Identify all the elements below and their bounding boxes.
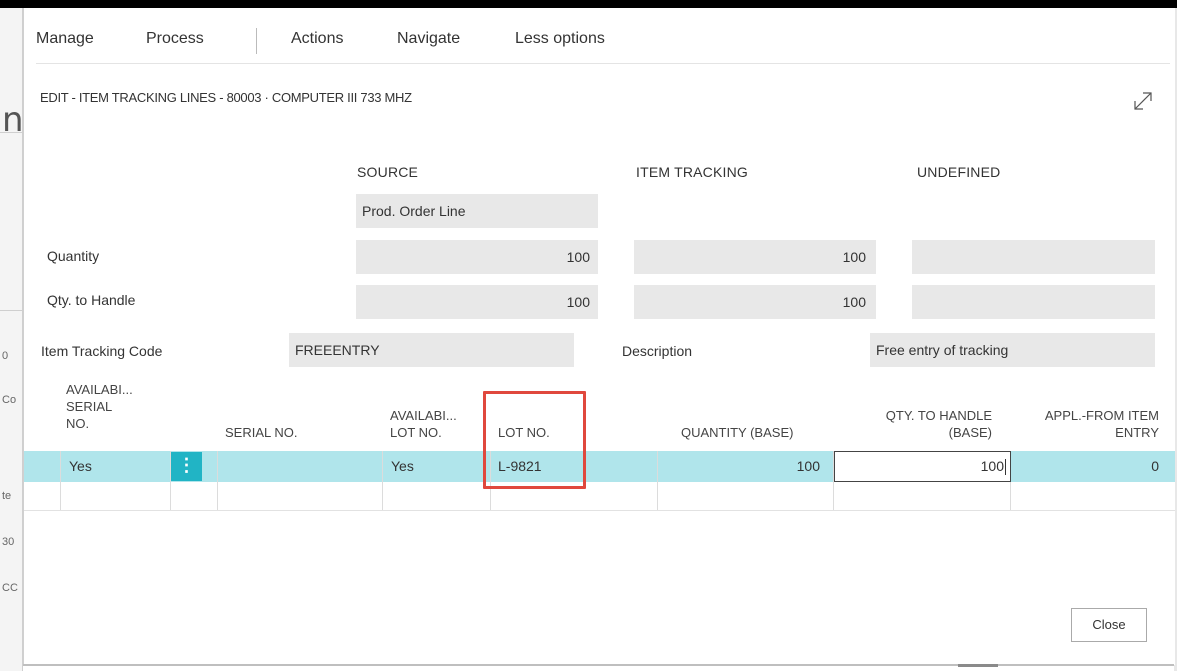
- row-actions-button[interactable]: ⋮: [171, 452, 202, 481]
- menu-navigate[interactable]: Navigate: [397, 30, 460, 48]
- dialog-bottom-scroll-thumb: [958, 664, 998, 667]
- expand-icon[interactable]: [1130, 88, 1156, 114]
- column-header-quantity-base[interactable]: QUANTITY (BASE): [681, 424, 793, 441]
- column-header-line: LOT NO.: [390, 425, 442, 440]
- qty-to-handle-base-value: 100: [980, 458, 1004, 474]
- cell-available-serial[interactable]: Yes: [69, 451, 92, 482]
- description-label: Description: [622, 343, 693, 359]
- background-text-fragment: te: [2, 490, 12, 502]
- background-title-fragment: n: [2, 100, 23, 140]
- column-header-line: APPL.-FROM ITEM: [1044, 408, 1159, 423]
- cell-appl-from-item-entry[interactable]: 0: [1019, 451, 1159, 482]
- item-tracking-header: ITEM TRACKING: [636, 164, 749, 180]
- quantity-item-tracking-value: 100: [842, 249, 866, 265]
- grid-column-divider: [60, 451, 61, 510]
- qty-to-handle-source-field: 100: [356, 285, 598, 319]
- dialog-title: EDIT - ITEM TRACKING LINES - 80003 · COM…: [40, 90, 412, 105]
- column-header-line: AVAILABI...: [390, 408, 457, 423]
- column-header-line: NO.: [66, 416, 90, 431]
- menu-process[interactable]: Process: [146, 30, 204, 48]
- quantity-source-field: 100: [356, 240, 598, 274]
- item-tracking-lines-dialog: Manage Process Actions Navigate Less opt…: [23, 8, 1175, 665]
- column-header-line: AVAILABI...: [66, 382, 133, 397]
- item-tracking-code-label: Item Tracking Code: [41, 343, 163, 359]
- grid-column-divider: [382, 451, 383, 510]
- background-text-fragment: Co: [2, 394, 17, 406]
- undefined-header: UNDEFINED: [917, 164, 1001, 180]
- cell-quantity-base[interactable]: 100: [664, 451, 820, 482]
- background-page-strip: n 0 Co te 30 CC: [0, 8, 23, 671]
- menu-separator: [256, 28, 257, 54]
- window-top-bar: [0, 0, 1177, 8]
- description-field: Free entry of tracking: [870, 333, 1155, 367]
- source-header: SOURCE: [357, 164, 419, 180]
- source-type-field: Prod. Order Line: [356, 194, 598, 228]
- quantity-label: Quantity: [47, 248, 100, 264]
- table-row-empty[interactable]: [24, 482, 1175, 511]
- column-header-available-serial[interactable]: AVAILABI... SERIAL NO.: [66, 381, 133, 432]
- background-divider: [0, 132, 22, 133]
- lot-no-highlight-box: [483, 391, 586, 489]
- text-caret: [1005, 459, 1006, 476]
- qty-to-handle-base-input[interactable]: 100: [834, 451, 1011, 482]
- column-header-appl-from-item-entry[interactable]: APPL.-FROM ITEM ENTRY: [1019, 407, 1159, 441]
- qty-to-handle-item-tracking-value: 100: [842, 294, 866, 310]
- quantity-undefined-field: [912, 240, 1155, 274]
- column-header-line: (BASE): [948, 425, 992, 440]
- column-header-line: ENTRY: [1115, 425, 1159, 440]
- column-header-available-lot[interactable]: AVAILABI... LOT NO.: [390, 407, 457, 441]
- item-tracking-code-field: FREEENTRY: [289, 333, 574, 367]
- menu-divider: [36, 63, 1170, 64]
- qty-to-handle-label: Qty. to Handle: [47, 292, 136, 308]
- menu-actions[interactable]: Actions: [291, 30, 343, 48]
- close-button[interactable]: Close: [1071, 608, 1147, 642]
- background-text-fragment: CC: [2, 582, 18, 594]
- grid-column-divider: [657, 451, 658, 510]
- grid-column-divider: [217, 451, 218, 510]
- column-header-line: SERIAL: [66, 399, 113, 414]
- background-text-fragment: 30: [2, 536, 15, 548]
- quantity-item-tracking-field: 100: [634, 240, 876, 274]
- cell-available-lot[interactable]: Yes: [391, 451, 414, 482]
- background-divider: [0, 310, 22, 311]
- column-header-serial-no[interactable]: SERIAL NO.: [225, 424, 297, 441]
- column-header-qty-to-handle-base[interactable]: QTY. TO HANDLE (BASE): [862, 407, 992, 441]
- dialog-bottom-border: [23, 664, 1174, 666]
- menu-less-options[interactable]: Less options: [515, 30, 605, 48]
- background-text-fragment: 0: [2, 350, 9, 362]
- column-header-line: QTY. TO HANDLE: [885, 408, 992, 423]
- qty-to-handle-item-tracking-field: 100: [634, 285, 876, 319]
- qty-to-handle-undefined-field: [912, 285, 1155, 319]
- menu-manage[interactable]: Manage: [36, 30, 94, 48]
